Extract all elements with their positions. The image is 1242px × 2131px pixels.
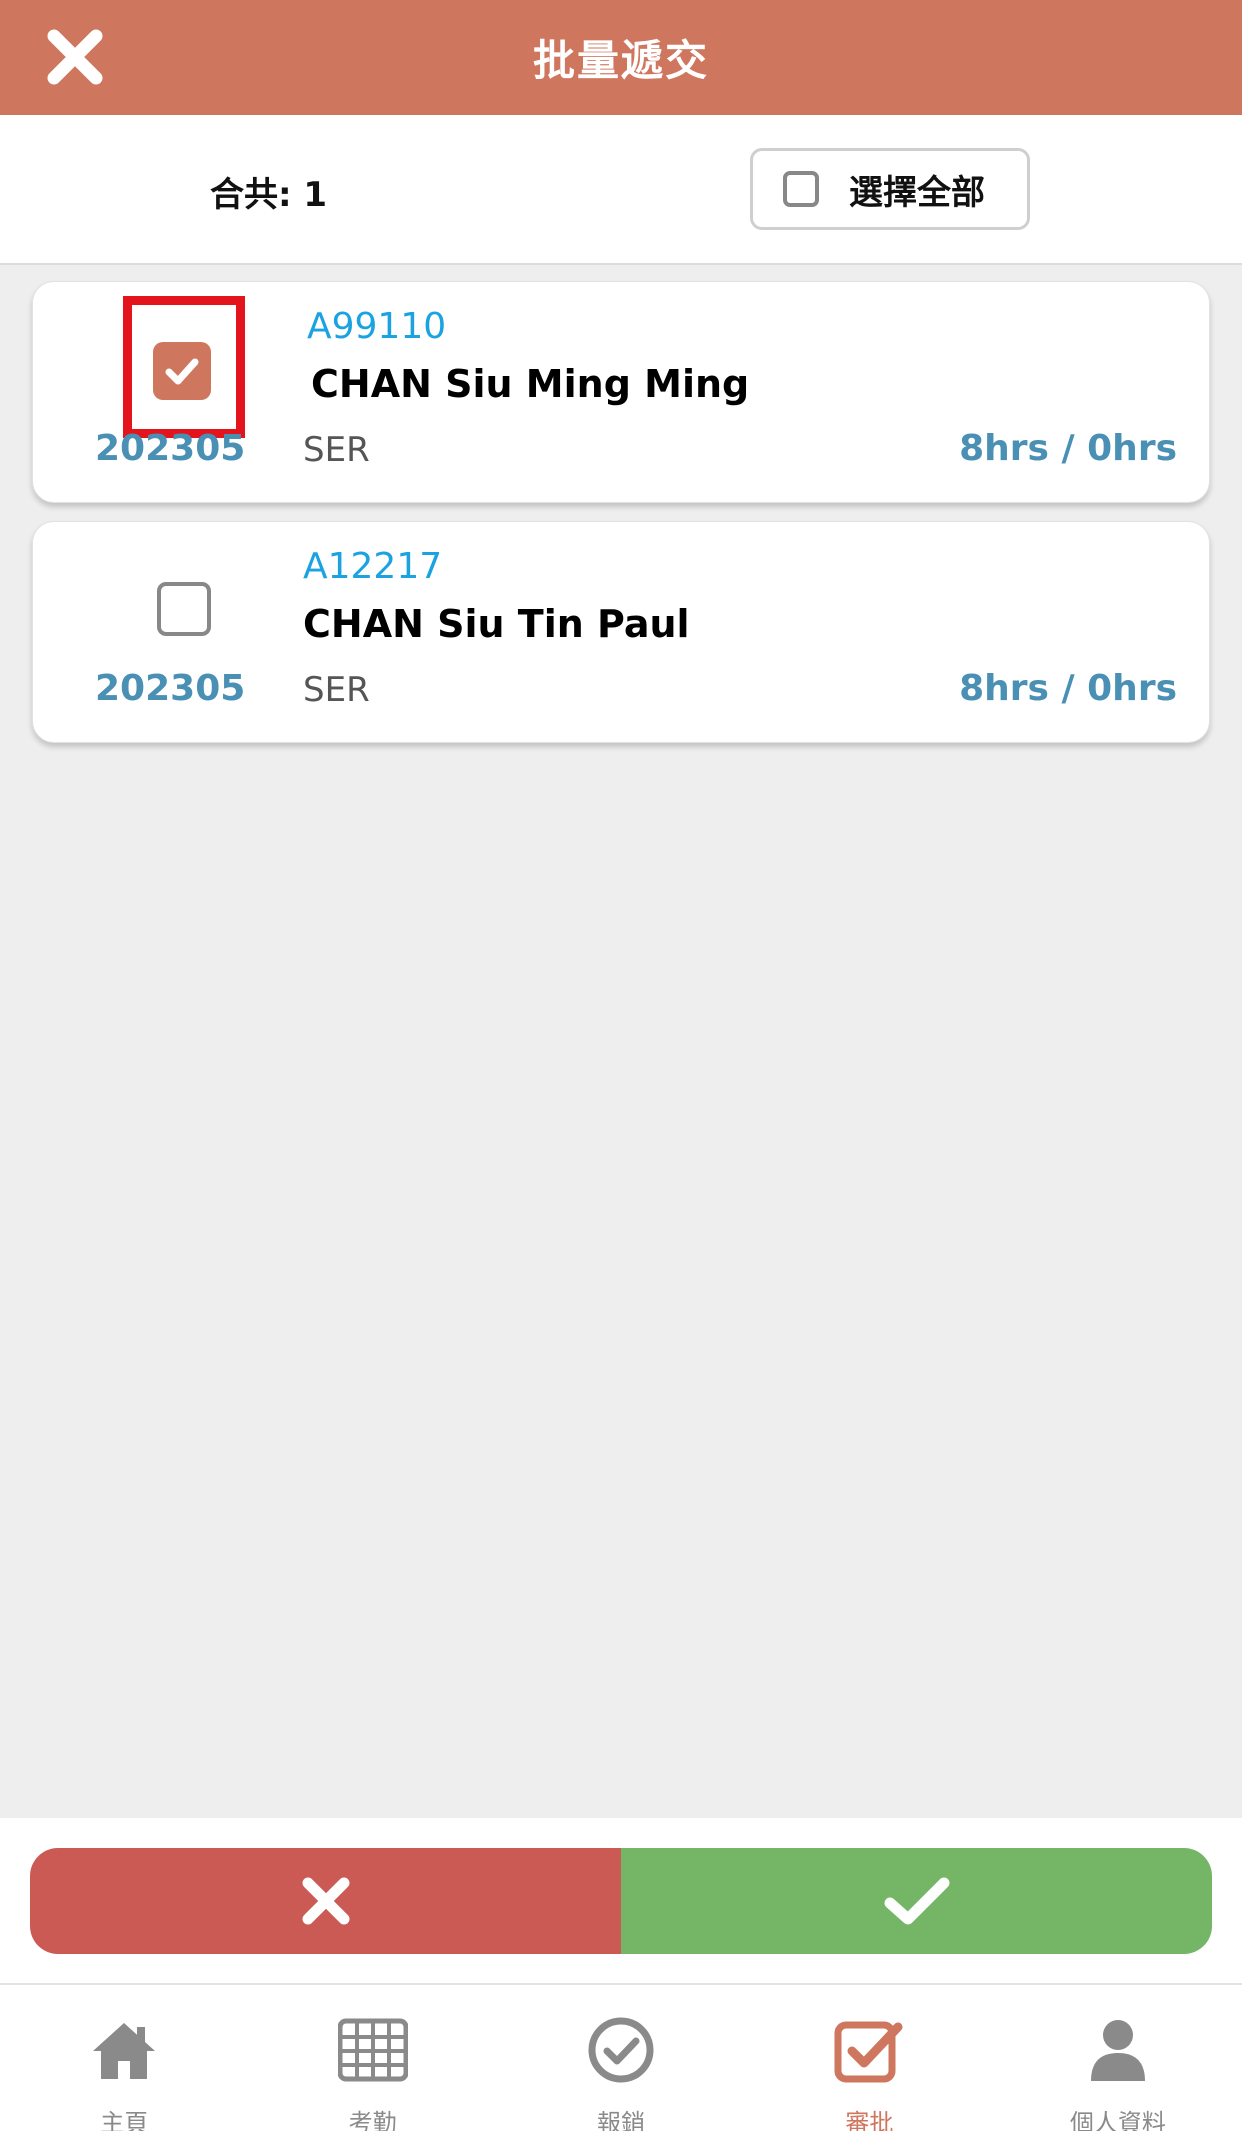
record-period: 202305 — [95, 428, 246, 469]
tab-expense[interactable]: 報銷 — [497, 1985, 745, 2131]
bottom-tab-bar: 主頁 考勤 報銷 審批 個人資料 — [0, 1983, 1242, 2131]
tab-attendance[interactable]: 考勤 — [248, 1985, 496, 2131]
close-button[interactable] — [40, 22, 110, 92]
record-employee-name: CHAN Siu Ming Ming — [311, 362, 750, 406]
tab-home-label: 主頁 — [100, 2109, 149, 2131]
record-card[interactable]: 202305 A12217 CHAN Siu Tin Paul SER 8hrs… — [32, 521, 1210, 743]
tab-approval-label: 審批 — [845, 2109, 894, 2131]
tab-profile[interactable]: 個人資料 — [994, 1985, 1242, 2131]
record-hours: 8hrs / 0hrs — [959, 668, 1177, 709]
select-all-button[interactable]: 選擇全部 — [750, 148, 1030, 230]
select-all-checkbox[interactable] — [783, 171, 819, 207]
action-bar — [0, 1818, 1242, 1983]
user-icon — [1090, 2020, 1145, 2081]
tab-home[interactable]: 主頁 — [0, 1985, 248, 2131]
checkbox-icon — [834, 2021, 903, 2083]
header-bar: 批量遞交 — [0, 0, 1242, 115]
tab-expense-label: 報銷 — [597, 2109, 646, 2131]
reject-button[interactable] — [30, 1848, 621, 1954]
record-checkbox-checked[interactable] — [153, 342, 211, 400]
record-checkbox[interactable] — [157, 582, 211, 636]
select-all-label: 選擇全部 — [849, 172, 985, 213]
check-circle-icon — [588, 2017, 654, 2083]
home-icon — [93, 2023, 156, 2079]
action-buttons — [30, 1848, 1212, 1954]
record-period: 202305 — [95, 668, 246, 709]
total-count: 合共: 1 — [210, 175, 328, 215]
check-icon — [165, 358, 199, 385]
close-icon — [302, 1877, 349, 1925]
grid-icon — [337, 2018, 408, 2082]
record-card[interactable]: 202305 A99110 CHAN Siu Ming Ming SER 8hr… — [32, 281, 1210, 503]
record-type: SER — [303, 670, 370, 710]
record-employee-id: A99110 — [307, 306, 447, 347]
record-employee-id: A12217 — [303, 546, 443, 587]
tab-attendance-label: 考勤 — [348, 2109, 397, 2131]
summary-bar: 合共: 1 選擇全部 — [0, 115, 1242, 265]
record-hours: 8hrs / 0hrs — [959, 428, 1177, 469]
approve-button[interactable] — [621, 1848, 1212, 1954]
close-icon — [47, 29, 103, 85]
tab-approval[interactable]: 審批 — [745, 1985, 993, 2131]
tab-profile-label: 個人資料 — [1069, 2109, 1166, 2131]
page-title: 批量遞交 — [532, 36, 709, 85]
record-type: SER — [303, 430, 370, 470]
record-employee-name: CHAN Siu Tin Paul — [303, 602, 690, 646]
check-icon — [884, 1877, 949, 1925]
